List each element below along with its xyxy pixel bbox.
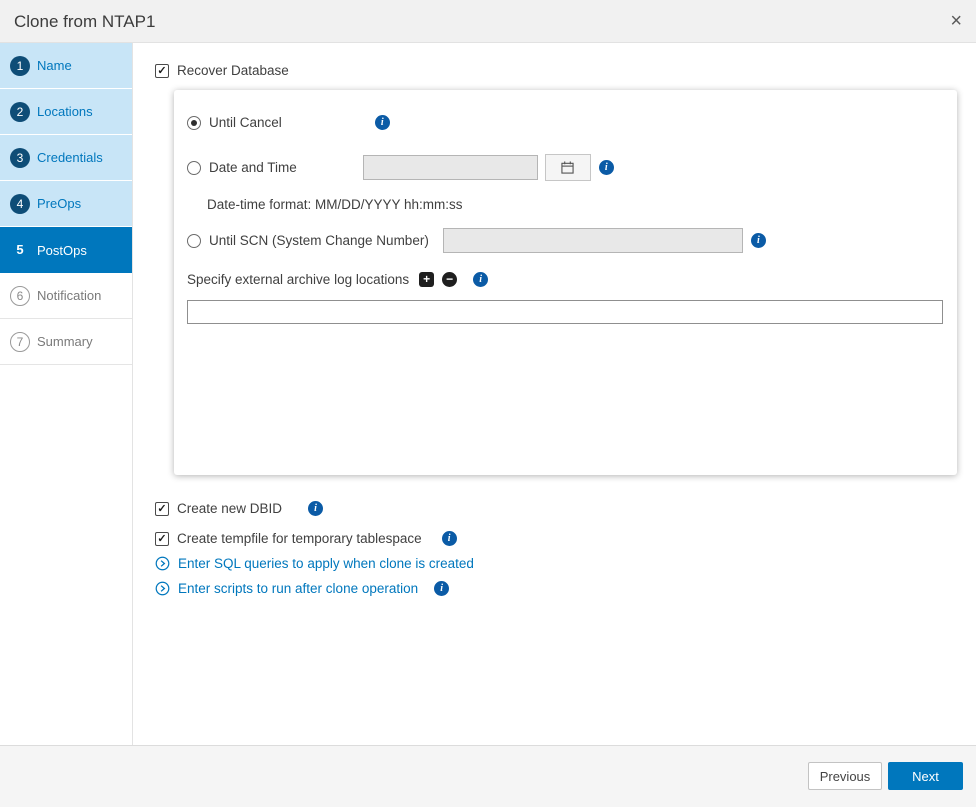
add-archive-location-icon[interactable]: + xyxy=(419,272,434,287)
next-button[interactable]: Next xyxy=(888,762,963,790)
until-cancel-info-icon[interactable]: i xyxy=(375,115,390,130)
clone-wizard-dialog: Clone from NTAP1 × 1 Name 2 Locations 3 … xyxy=(0,0,976,807)
date-time-radio[interactable] xyxy=(187,161,201,175)
step-number: 2 xyxy=(10,102,30,122)
step-notification[interactable]: 6 Notification xyxy=(0,273,132,319)
step-label: Name xyxy=(37,58,72,73)
close-icon[interactable]: × xyxy=(950,9,962,33)
recover-options-panel: Until Cancel i Date and Time i xyxy=(174,90,957,475)
date-format-hint-row: Date-time format: MM/DD/YYYY hh:mm:ss xyxy=(207,197,463,212)
sql-queries-link[interactable]: Enter SQL queries to apply when clone is… xyxy=(178,556,474,571)
create-tempfile-info-icon[interactable]: i xyxy=(442,531,457,546)
dialog-title: Clone from NTAP1 xyxy=(14,0,155,43)
step-preops[interactable]: 4 PreOps xyxy=(0,181,132,227)
create-dbid-label: Create new DBID xyxy=(177,501,282,516)
recover-database-checkbox[interactable]: ✓ xyxy=(155,64,169,78)
step-number: 5 xyxy=(10,240,30,260)
until-cancel-radio[interactable] xyxy=(187,116,201,130)
step-label: PreOps xyxy=(37,196,81,211)
expand-icon xyxy=(155,556,170,571)
scripts-row: Enter scripts to run after clone operati… xyxy=(155,581,449,596)
dialog-header: Clone from NTAP1 × xyxy=(0,0,976,43)
calendar-icon xyxy=(561,161,574,174)
until-scn-radio[interactable] xyxy=(187,234,201,248)
create-dbid-checkbox[interactable]: ✓ xyxy=(155,502,169,516)
step-number: 6 xyxy=(10,286,30,306)
create-tempfile-checkbox[interactable]: ✓ xyxy=(155,532,169,546)
scripts-link[interactable]: Enter scripts to run after clone operati… xyxy=(178,581,418,596)
step-number: 7 xyxy=(10,332,30,352)
previous-button[interactable]: Previous xyxy=(808,762,882,790)
calendar-button[interactable] xyxy=(545,154,591,181)
step-name[interactable]: 1 Name xyxy=(0,43,132,89)
step-label: Locations xyxy=(37,104,93,119)
date-time-label: Date and Time xyxy=(209,160,297,175)
until-cancel-label: Until Cancel xyxy=(209,115,282,130)
archive-log-label: Specify external archive log locations xyxy=(187,272,409,287)
remove-archive-location-icon[interactable]: − xyxy=(442,272,457,287)
step-summary[interactable]: 7 Summary xyxy=(0,319,132,365)
step-credentials[interactable]: 3 Credentials xyxy=(0,135,132,181)
until-scn-row: Until SCN (System Change Number) i xyxy=(187,228,766,253)
step-label: Notification xyxy=(37,288,101,303)
create-dbid-row: ✓ Create new DBID i xyxy=(155,501,323,516)
date-time-row: Date and Time i xyxy=(187,154,614,181)
archive-log-input-row xyxy=(187,300,943,324)
until-cancel-row: Until Cancel i xyxy=(187,115,390,130)
recover-database-label: Recover Database xyxy=(177,63,289,78)
create-dbid-info-icon[interactable]: i xyxy=(308,501,323,516)
postops-content: ✓ Recover Database Until Cancel i Date a… xyxy=(134,43,976,745)
step-postops[interactable]: 5 PostOps xyxy=(0,227,132,273)
archive-log-info-icon[interactable]: i xyxy=(473,272,488,287)
until-scn-input[interactable] xyxy=(443,228,743,253)
step-number: 1 xyxy=(10,56,30,76)
archive-log-input[interactable] xyxy=(187,300,943,324)
create-tempfile-row: ✓ Create tempfile for temporary tablespa… xyxy=(155,531,457,546)
step-label: Summary xyxy=(37,334,93,349)
step-label: Credentials xyxy=(37,150,103,165)
date-time-info-icon[interactable]: i xyxy=(599,160,614,175)
until-scn-info-icon[interactable]: i xyxy=(751,233,766,248)
scripts-info-icon[interactable]: i xyxy=(434,581,449,596)
wizard-steps-sidebar: 1 Name 2 Locations 3 Credentials 4 PreOp… xyxy=(0,43,133,745)
until-scn-label: Until SCN (System Change Number) xyxy=(209,233,429,248)
step-label: PostOps xyxy=(37,243,87,258)
expand-icon xyxy=(155,581,170,596)
create-tempfile-label: Create tempfile for temporary tablespace xyxy=(177,531,422,546)
archive-log-row: Specify external archive log locations +… xyxy=(187,272,488,287)
recover-database-row: ✓ Recover Database xyxy=(155,63,289,78)
step-number: 4 xyxy=(10,194,30,214)
sql-queries-row: Enter SQL queries to apply when clone is… xyxy=(155,556,474,571)
step-locations[interactable]: 2 Locations xyxy=(0,89,132,135)
step-number: 3 xyxy=(10,148,30,168)
dialog-footer: Previous Next xyxy=(0,745,976,807)
date-time-input[interactable] xyxy=(363,155,538,180)
date-format-hint: Date-time format: MM/DD/YYYY hh:mm:ss xyxy=(207,197,463,212)
